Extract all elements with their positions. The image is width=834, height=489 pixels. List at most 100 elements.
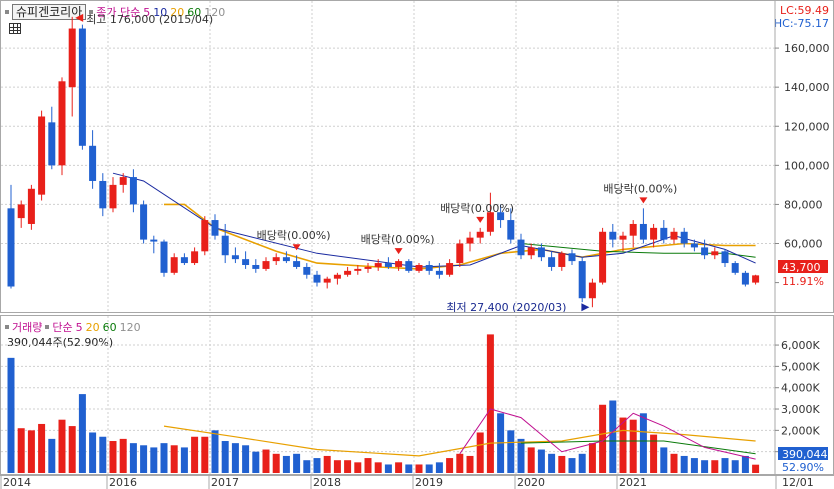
dividend-label: 배당락(0.00%): [361, 233, 435, 246]
price-pane[interactable]: 슈피겐코리아 종가 단순 5 10 20 60 120 LC:59.49 HC:…: [0, 0, 834, 313]
price-axis-label: 80,000: [784, 198, 823, 211]
candle-up: [395, 259, 403, 271]
volume-bar-up: [201, 436, 209, 473]
candle-down: [721, 249, 729, 267]
candle-body: [588, 282, 596, 299]
candle-body: [456, 243, 464, 264]
candle-body: [7, 208, 15, 287]
candle-body: [323, 278, 331, 283]
candle-body: [58, 81, 66, 166]
candle-body: [272, 257, 280, 262]
volume-bar-up: [650, 434, 658, 473]
price-plot[interactable]: 160,000 140,000 120,000 100,000 80,000 60,000…: [1, 1, 833, 312]
volume-bar-up: [619, 417, 627, 473]
candle-down: [741, 270, 749, 287]
candle-body: [650, 227, 658, 240]
candle-body: [537, 247, 545, 258]
volume-bar-up: [711, 460, 719, 473]
x-axis: 2014 2016 2017 2018 2019 2020 2021 12/01: [0, 475, 834, 489]
candle-body: [507, 220, 515, 240]
candle-up: [364, 263, 372, 273]
dividend-arrow-icon: [394, 248, 403, 255]
volume-bar-down: [140, 445, 148, 473]
volume-bar-up: [588, 443, 596, 473]
candle-body: [619, 235, 627, 240]
candle-body: [568, 253, 576, 262]
candle-up: [466, 231, 474, 252]
dividend-label: 배당락(0.00%): [440, 202, 514, 215]
candle-up: [27, 184, 35, 230]
volume-bar-down: [435, 462, 443, 473]
volume-bar-up: [38, 423, 46, 473]
candle-body: [639, 223, 647, 240]
candle-body: [27, 188, 35, 224]
volume-plot[interactable]: 6,000K5,000K4,000K3,000K2,000K1,000K 390…: [1, 316, 833, 474]
candle-up: [272, 253, 280, 266]
candle-down: [140, 200, 148, 244]
candle-down: [150, 235, 158, 254]
volume-bar-up: [333, 460, 341, 473]
candle-down: [7, 184, 15, 289]
x-axis-label: 2020: [517, 476, 545, 489]
volume-bar-down: [211, 430, 219, 473]
volume-ma5-line: [459, 408, 756, 460]
candle-up: [17, 200, 25, 228]
volume-bar-up: [527, 447, 535, 473]
volume-axis-label: 6,000K: [781, 339, 820, 352]
candle-down: [180, 253, 188, 266]
volume-bar-down: [78, 394, 86, 473]
candle-body: [180, 257, 188, 264]
candle-body: [140, 204, 148, 240]
volume-bar-up: [323, 455, 331, 473]
volume-bar-down: [99, 436, 107, 473]
volume-pane[interactable]: 거래량 단순 5 20 60 120 390,044주(52.90%) 6,00…: [0, 315, 834, 475]
volume-bar-down: [282, 455, 290, 473]
volume-bar-up: [415, 464, 423, 473]
price-axis-label: 140,000: [784, 81, 830, 94]
candle-body: [313, 274, 321, 283]
candle-down: [701, 239, 709, 260]
volume-bar-up: [446, 458, 454, 473]
candle-down: [578, 257, 586, 303]
candle-body: [109, 184, 117, 209]
current-price-pct: 11.91%: [782, 275, 824, 288]
x-axis-label: 2018: [313, 476, 341, 489]
candle-up: [476, 227, 484, 244]
candle-body: [517, 239, 525, 256]
x-axis-label: 2016: [109, 476, 137, 489]
candle-body: [170, 257, 178, 273]
candle-up: [201, 216, 209, 256]
candle-down: [211, 214, 219, 240]
candle-body: [99, 180, 107, 209]
candle-down: [548, 251, 556, 271]
volume-bar-down: [568, 458, 576, 473]
candle-body: [731, 263, 739, 273]
volume-bar-up: [272, 453, 280, 473]
volume-bar-up: [27, 430, 35, 473]
candle-down: [568, 249, 576, 266]
candle-up: [68, 16, 76, 117]
volume-bar-up: [486, 334, 494, 473]
volume-bar-up: [58, 419, 66, 473]
candle-body: [680, 231, 688, 244]
volume-bar-up: [466, 455, 474, 473]
volume-bar-down: [160, 443, 168, 473]
candle-up: [344, 266, 352, 277]
volume-bar-up: [558, 455, 566, 473]
x-axis-label: 2014: [3, 476, 31, 489]
volume-bar-up: [109, 441, 117, 473]
candle-body: [446, 263, 454, 275]
candle-body: [129, 177, 137, 205]
candle-down: [425, 261, 433, 275]
candle-up: [446, 259, 454, 277]
candle-body: [48, 122, 56, 166]
candle-body: [150, 239, 158, 242]
x-axis-label: 2021: [619, 476, 647, 489]
high-arrow-icon: [75, 13, 84, 22]
candle-up: [588, 278, 596, 308]
candle-up: [456, 239, 464, 267]
candle-up: [415, 263, 423, 273]
volume-bar-down: [660, 447, 668, 473]
candle-body: [599, 231, 607, 283]
candle-body: [609, 231, 617, 240]
